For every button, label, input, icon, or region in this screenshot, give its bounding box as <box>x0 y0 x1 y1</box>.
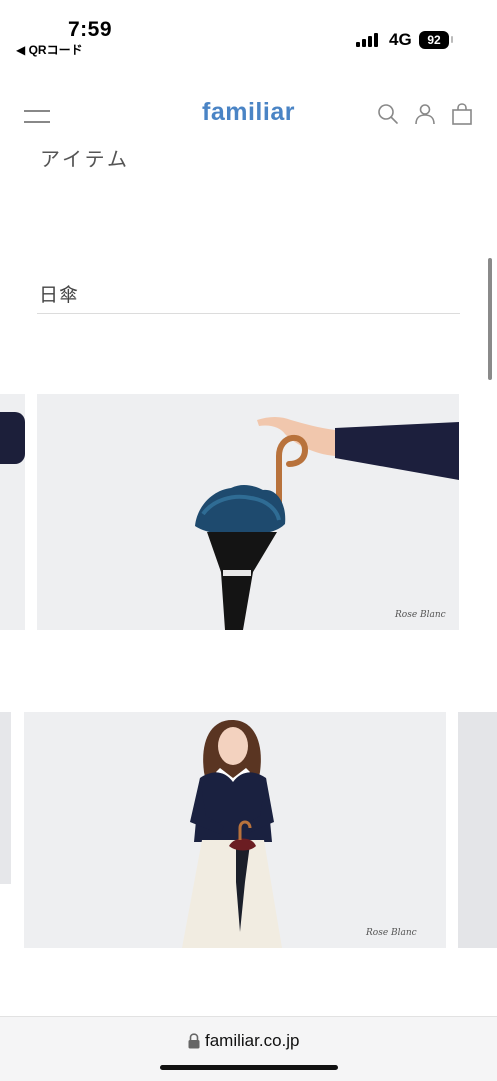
brand-watermark-2: Rose Blanc <box>366 928 417 938</box>
user-icon[interactable] <box>413 102 437 126</box>
category-label: 日傘 <box>39 285 80 306</box>
section-title: アイテム <box>40 149 130 171</box>
battery-tip <box>451 36 453 43</box>
product-image-peek-left-1[interactable] <box>0 394 25 630</box>
battery-icon: 92 <box>419 31 449 49</box>
signal-icon <box>356 33 378 47</box>
url-text[interactable]: familiar.co.jp <box>205 1031 299 1051</box>
network-type: 4G <box>389 30 412 49</box>
product-image-umbrella[interactable]: Rose Blanc <box>37 394 459 630</box>
status-bar: 7:59 ◀ QRコード 4G 92 <box>0 0 497 62</box>
product-image-model[interactable]: Rose Blanc <box>24 712 446 948</box>
category-row[interactable]: 日傘 <box>37 277 460 314</box>
home-indicator[interactable] <box>160 1065 338 1070</box>
product-image-peek-right-2[interactable] <box>458 712 497 948</box>
site-header: familiar <box>0 90 497 142</box>
browser-address-bar[interactable]: familiar.co.jp <box>0 1016 497 1081</box>
scroll-indicator <box>488 258 492 380</box>
umbrella-illustration <box>195 417 459 630</box>
search-icon[interactable] <box>376 102 400 126</box>
bag-icon[interactable] <box>450 102 474 126</box>
sleeve-shape <box>0 412 25 464</box>
model-illustration <box>182 720 282 948</box>
status-time: 7:59 <box>68 18 113 41</box>
back-to-app-link[interactable]: ◀ QRコード <box>16 41 83 58</box>
product-image-peek-left-2[interactable] <box>0 712 11 884</box>
brand-watermark: Rose Blanc <box>395 610 446 620</box>
lock-icon <box>188 1033 200 1049</box>
